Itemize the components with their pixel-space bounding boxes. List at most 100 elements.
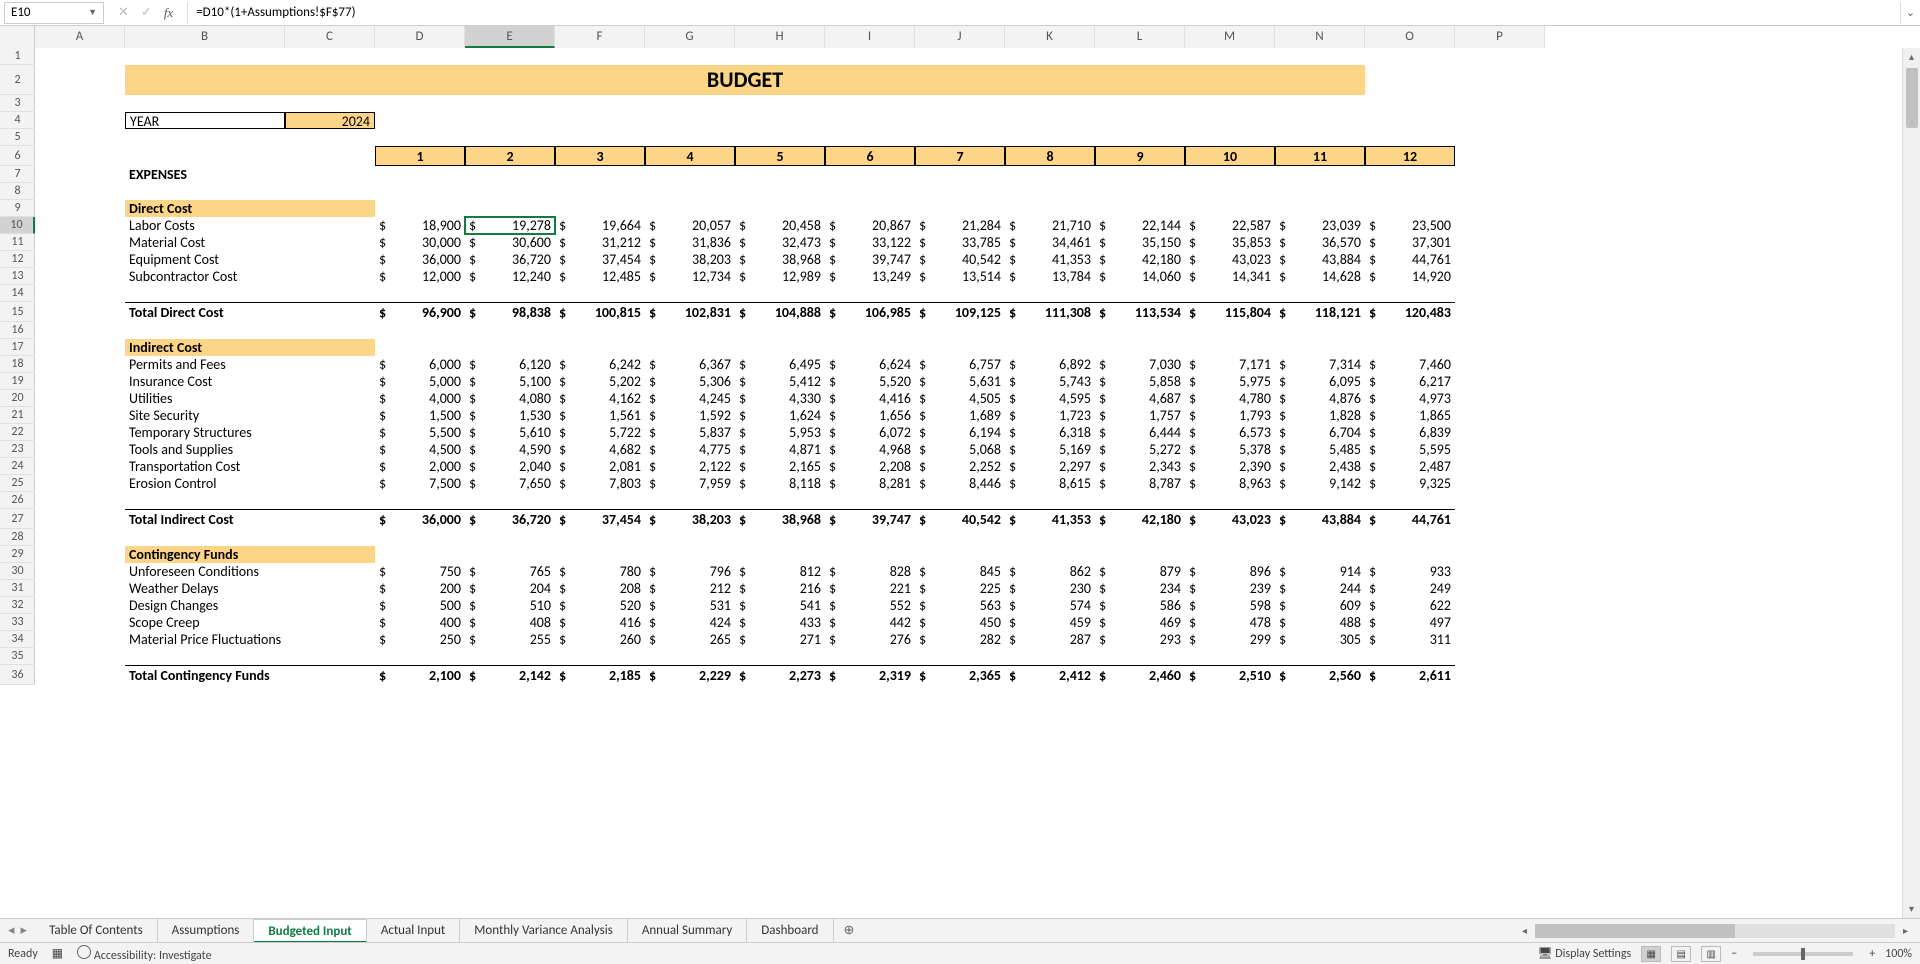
column-header-L[interactable]: L [1095, 26, 1185, 48]
cell-value[interactable]: $5,743 [1005, 373, 1095, 390]
cell-value[interactable]: $6,120 [465, 356, 555, 373]
cell-value[interactable]: $5,722 [555, 424, 645, 441]
scroll-thumb[interactable] [1906, 68, 1918, 128]
row-header-10[interactable]: 10 [0, 217, 35, 234]
cell-value[interactable]: $20,867 [825, 217, 915, 234]
cell-value[interactable]: $9,142 [1275, 475, 1365, 492]
cell-value[interactable]: $41,353 [1005, 251, 1095, 268]
cell-value[interactable]: $5,068 [915, 441, 1005, 458]
cell-value[interactable]: $2,510 [1185, 665, 1275, 685]
cell-value[interactable]: $7,650 [465, 475, 555, 492]
cell-value[interactable]: $31,836 [645, 234, 735, 251]
cell-value[interactable]: $478 [1185, 614, 1275, 631]
cell-value[interactable]: $7,030 [1095, 356, 1185, 373]
cell-value[interactable]: $2,412 [1005, 665, 1095, 685]
cell-value[interactable]: $7,314 [1275, 356, 1365, 373]
cell-value[interactable]: $113,534 [1095, 302, 1185, 322]
cell-value[interactable]: $6,072 [825, 424, 915, 441]
cell-value[interactable]: $765 [465, 563, 555, 580]
cell-value[interactable]: $32,473 [735, 234, 825, 251]
cell-value[interactable]: $39,747 [825, 509, 915, 529]
sheet-tab[interactable]: Annual Summary [628, 919, 747, 943]
cell-value[interactable]: $2,252 [915, 458, 1005, 475]
cell-value[interactable]: $282 [915, 631, 1005, 648]
cell-value[interactable]: $5,202 [555, 373, 645, 390]
cell-value[interactable]: $13,249 [825, 268, 915, 285]
tab-next-icon[interactable]: ▸ [21, 923, 28, 938]
cell-value[interactable]: $1,624 [735, 407, 825, 424]
cell-value[interactable]: $22,144 [1095, 217, 1185, 234]
column-header-O[interactable]: O [1365, 26, 1455, 48]
cell-value[interactable]: $2,000 [375, 458, 465, 475]
row-header-27[interactable]: 27 [0, 509, 35, 529]
cell-value[interactable]: $311 [1365, 631, 1455, 648]
cell-value[interactable]: $1,689 [915, 407, 1005, 424]
cell-value[interactable]: $20,057 [645, 217, 735, 234]
cell-value[interactable]: $239 [1185, 580, 1275, 597]
display-settings-button[interactable]: 🖥 Display Settings [1537, 946, 1631, 961]
cell-value[interactable]: $500 [375, 597, 465, 614]
cell-value[interactable]: $6,095 [1275, 373, 1365, 390]
cell-value[interactable]: $2,460 [1095, 665, 1185, 685]
scroll-down-icon[interactable]: ▾ [1903, 900, 1920, 918]
cell-value[interactable]: $23,500 [1365, 217, 1455, 234]
cell-value[interactable]: $4,876 [1275, 390, 1365, 407]
cell-value[interactable]: $37,301 [1365, 234, 1455, 251]
cell-value[interactable]: $5,272 [1095, 441, 1185, 458]
row-header-28[interactable]: 28 [0, 529, 35, 546]
cell-value[interactable]: $531 [645, 597, 735, 614]
cell-value[interactable]: $30,000 [375, 234, 465, 251]
row-header-34[interactable]: 34 [0, 631, 35, 648]
cell-value[interactable]: $933 [1365, 563, 1455, 580]
row-header-22[interactable]: 22 [0, 424, 35, 441]
add-sheet-icon[interactable]: ⊕ [834, 923, 865, 938]
cell-value[interactable]: $2,343 [1095, 458, 1185, 475]
cancel-icon[interactable]: ✕ [118, 5, 129, 20]
column-header-P[interactable]: P [1455, 26, 1545, 48]
cell-value[interactable]: $520 [555, 597, 645, 614]
column-header-D[interactable]: D [375, 26, 465, 48]
cell-value[interactable]: $6,367 [645, 356, 735, 373]
column-header-H[interactable]: H [735, 26, 825, 48]
cell-value[interactable]: $6,495 [735, 356, 825, 373]
row-header-32[interactable]: 32 [0, 597, 35, 614]
cell-value[interactable]: $40,542 [915, 251, 1005, 268]
row-header-26[interactable]: 26 [0, 492, 35, 509]
cell-value[interactable]: $896 [1185, 563, 1275, 580]
row-header-7[interactable]: 7 [0, 166, 35, 183]
cell-value[interactable]: $5,485 [1275, 441, 1365, 458]
view-normal-icon[interactable]: ▦ [1641, 946, 1661, 962]
cell-value[interactable]: $2,040 [465, 458, 555, 475]
cell-value[interactable]: $541 [735, 597, 825, 614]
cell-value[interactable]: $5,306 [645, 373, 735, 390]
cell-value[interactable]: $35,853 [1185, 234, 1275, 251]
row-header-13[interactable]: 13 [0, 268, 35, 285]
cell-value[interactable]: $622 [1365, 597, 1455, 614]
cell-value[interactable]: $34,461 [1005, 234, 1095, 251]
cell-value[interactable]: $2,487 [1365, 458, 1455, 475]
cell-value[interactable]: $2,165 [735, 458, 825, 475]
column-header-J[interactable]: J [915, 26, 1005, 48]
cell-value[interactable]: $7,803 [555, 475, 645, 492]
cell-value[interactable]: $118,121 [1275, 302, 1365, 322]
cell-value[interactable]: $98,838 [465, 302, 555, 322]
cell-value[interactable]: $96,900 [375, 302, 465, 322]
cell-value[interactable]: $5,100 [465, 373, 555, 390]
cell-value[interactable]: $43,023 [1185, 251, 1275, 268]
cell-value[interactable]: $21,710 [1005, 217, 1095, 234]
vertical-scrollbar[interactable]: ▴ ▾ [1902, 48, 1920, 918]
cell-value[interactable]: $38,968 [735, 251, 825, 268]
column-header-F[interactable]: F [555, 26, 645, 48]
cell-value[interactable]: $5,837 [645, 424, 735, 441]
cell-value[interactable]: $40,542 [915, 509, 1005, 529]
scroll-up-icon[interactable]: ▴ [1903, 48, 1920, 66]
cell-value[interactable]: $416 [555, 614, 645, 631]
cell-value[interactable]: $7,959 [645, 475, 735, 492]
column-header-I[interactable]: I [825, 26, 915, 48]
sheet-tab[interactable]: Monthly Variance Analysis [460, 919, 628, 943]
accessibility-status[interactable]: Accessibility: Investigate [77, 945, 211, 963]
cell-value[interactable]: $1,561 [555, 407, 645, 424]
name-box[interactable]: E10 ▼ [4, 2, 104, 24]
cell-value[interactable]: $44,761 [1365, 509, 1455, 529]
cell-value[interactable]: $424 [645, 614, 735, 631]
